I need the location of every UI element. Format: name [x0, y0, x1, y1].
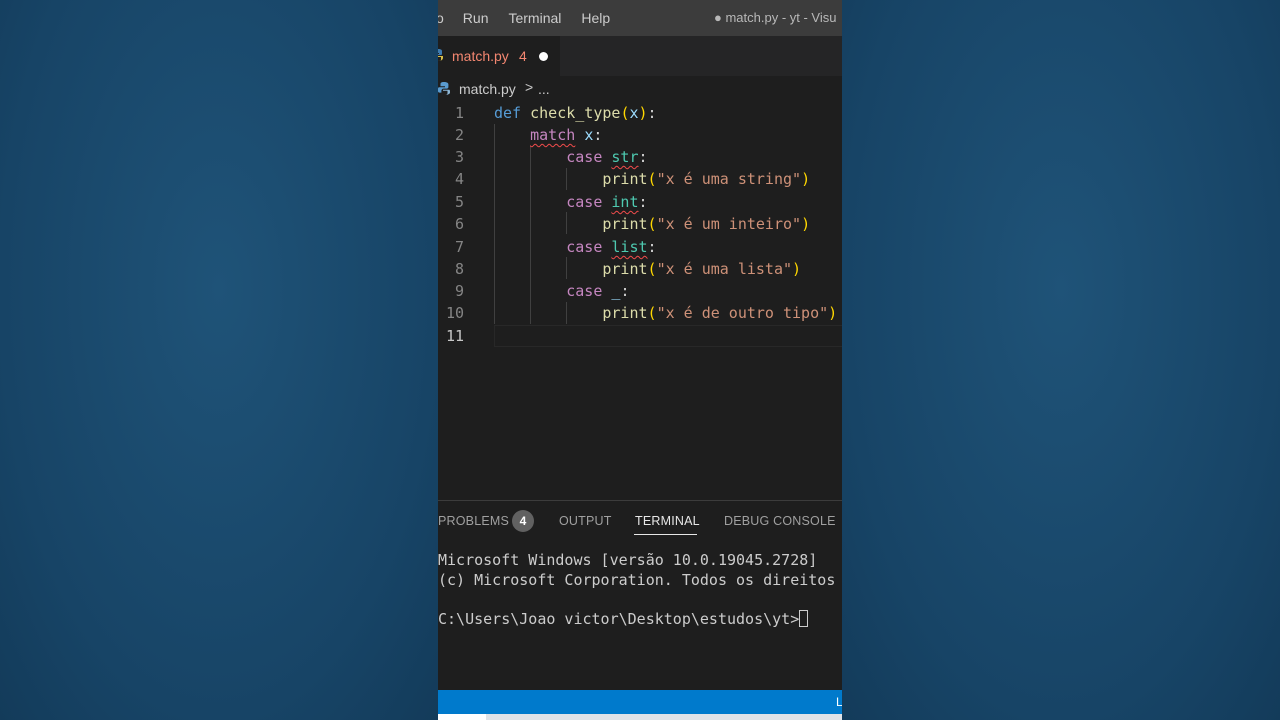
tab-output[interactable]: OUTPUT	[559, 514, 612, 528]
code-line-text: case list:	[566, 238, 657, 256]
terminal-output[interactable]: Microsoft Windows [versão 10.0.19045.272…	[438, 551, 842, 659]
terminal-prompt: C:\Users\Joao victor\Desktop\estudos\yt>	[438, 610, 800, 628]
code-line: 6 print("x é um inteiro")	[438, 213, 842, 235]
breadcrumb-file[interactable]: match.py	[459, 81, 516, 97]
code-line: 10 print("x é de outro tipo")	[438, 302, 842, 324]
code-line-text: print("x é uma lista")	[602, 260, 802, 278]
menu-item-run[interactable]: Run	[463, 10, 489, 26]
line-number: 9	[454, 282, 464, 300]
line-number: 4	[454, 170, 464, 188]
terminal-line: Microsoft Windows [versão 10.0.19045.272…	[438, 551, 818, 569]
menu-item-go[interactable]: o	[438, 10, 444, 26]
problems-count-badge: 4	[512, 510, 534, 532]
tab-debug-console[interactable]: DEBUG CONSOLE	[724, 514, 836, 528]
status-line-col[interactable]: L	[836, 695, 842, 709]
code-line: 2 match x:	[438, 124, 842, 146]
python-file-icon	[438, 49, 443, 61]
terminal-line: (c) Microsoft Corporation. Todos os dire…	[438, 571, 842, 589]
code-line-text: match x:	[530, 126, 603, 144]
code-line: 4 print("x é uma string")	[438, 168, 842, 190]
active-tab-indicator	[634, 534, 697, 535]
taskbar-strip	[438, 714, 842, 720]
tab-problems[interactable]: PROBLEMS	[438, 514, 509, 528]
breadcrumb-more[interactable]: ...	[538, 81, 550, 97]
menu-bar: o Run Terminal Help ● match.py - yt - Vi…	[438, 0, 842, 36]
menu-item-terminal[interactable]: Terminal	[508, 10, 561, 26]
code-editor[interactable]: 1 def check_type(x): 2 match x: 3 case s…	[438, 100, 842, 500]
code-line-text: print("x é de outro tipo")	[602, 304, 838, 322]
code-line-text: case str:	[566, 148, 648, 166]
line-number: 7	[454, 238, 464, 256]
terminal-prompt-line: C:\Users\Joao victor\Desktop\estudos\yt>	[438, 610, 809, 630]
line-number: 3	[454, 148, 464, 166]
tab-terminal[interactable]: TERMINAL	[635, 514, 700, 528]
menu-item-help[interactable]: Help	[581, 10, 610, 26]
line-number: 1	[454, 104, 464, 122]
unsaved-dot-icon[interactable]	[539, 52, 548, 61]
line-number: 10	[445, 304, 464, 322]
breadcrumb-separator: >	[525, 79, 534, 95]
line-number: 6	[454, 215, 464, 233]
code-line: 1 def check_type(x):	[438, 102, 842, 124]
python-file-icon	[438, 82, 450, 95]
tab-match-py[interactable]: match.py 4	[438, 36, 560, 76]
code-line-text: case int:	[566, 193, 648, 211]
code-line: 8 print("x é uma lista")	[438, 258, 842, 280]
line-number: 11	[445, 327, 464, 345]
line-number: 2	[454, 126, 464, 144]
bottom-panel: PROBLEMS 4 OUTPUT TERMINAL DEBUG CONSOLE…	[438, 500, 842, 691]
tab-problem-count: 4	[519, 48, 527, 64]
window-title: ● match.py - yt - Visu	[714, 10, 837, 25]
breadcrumb: match.py > ...	[438, 78, 842, 100]
code-line-text: def check_type(x):	[494, 104, 657, 122]
background-right	[842, 0, 1280, 720]
vscode-window: o Run Terminal Help ● match.py - yt - Vi…	[438, 0, 842, 720]
code-line-text: print("x é uma string")	[602, 170, 811, 188]
background-left	[0, 0, 438, 720]
code-line-text: print("x é um inteiro")	[602, 215, 811, 233]
code-line-text: case _:	[566, 282, 630, 300]
line-number: 5	[454, 193, 464, 211]
code-line: 7 case list:	[438, 236, 842, 258]
code-line: 9 case _:	[438, 280, 842, 302]
code-line: 5 case int:	[438, 191, 842, 213]
panel-tab-bar: PROBLEMS 4 OUTPUT TERMINAL DEBUG CONSOLE	[438, 501, 842, 541]
code-line: 11	[438, 325, 842, 347]
status-bar: L	[438, 690, 842, 714]
taskbar-segment	[438, 714, 486, 720]
terminal-cursor	[799, 610, 809, 627]
code-line: 3 case str:	[438, 146, 842, 168]
editor-tab-bar: match.py 4	[438, 36, 842, 76]
tab-filename: match.py	[452, 48, 509, 64]
line-number: 8	[454, 260, 464, 278]
